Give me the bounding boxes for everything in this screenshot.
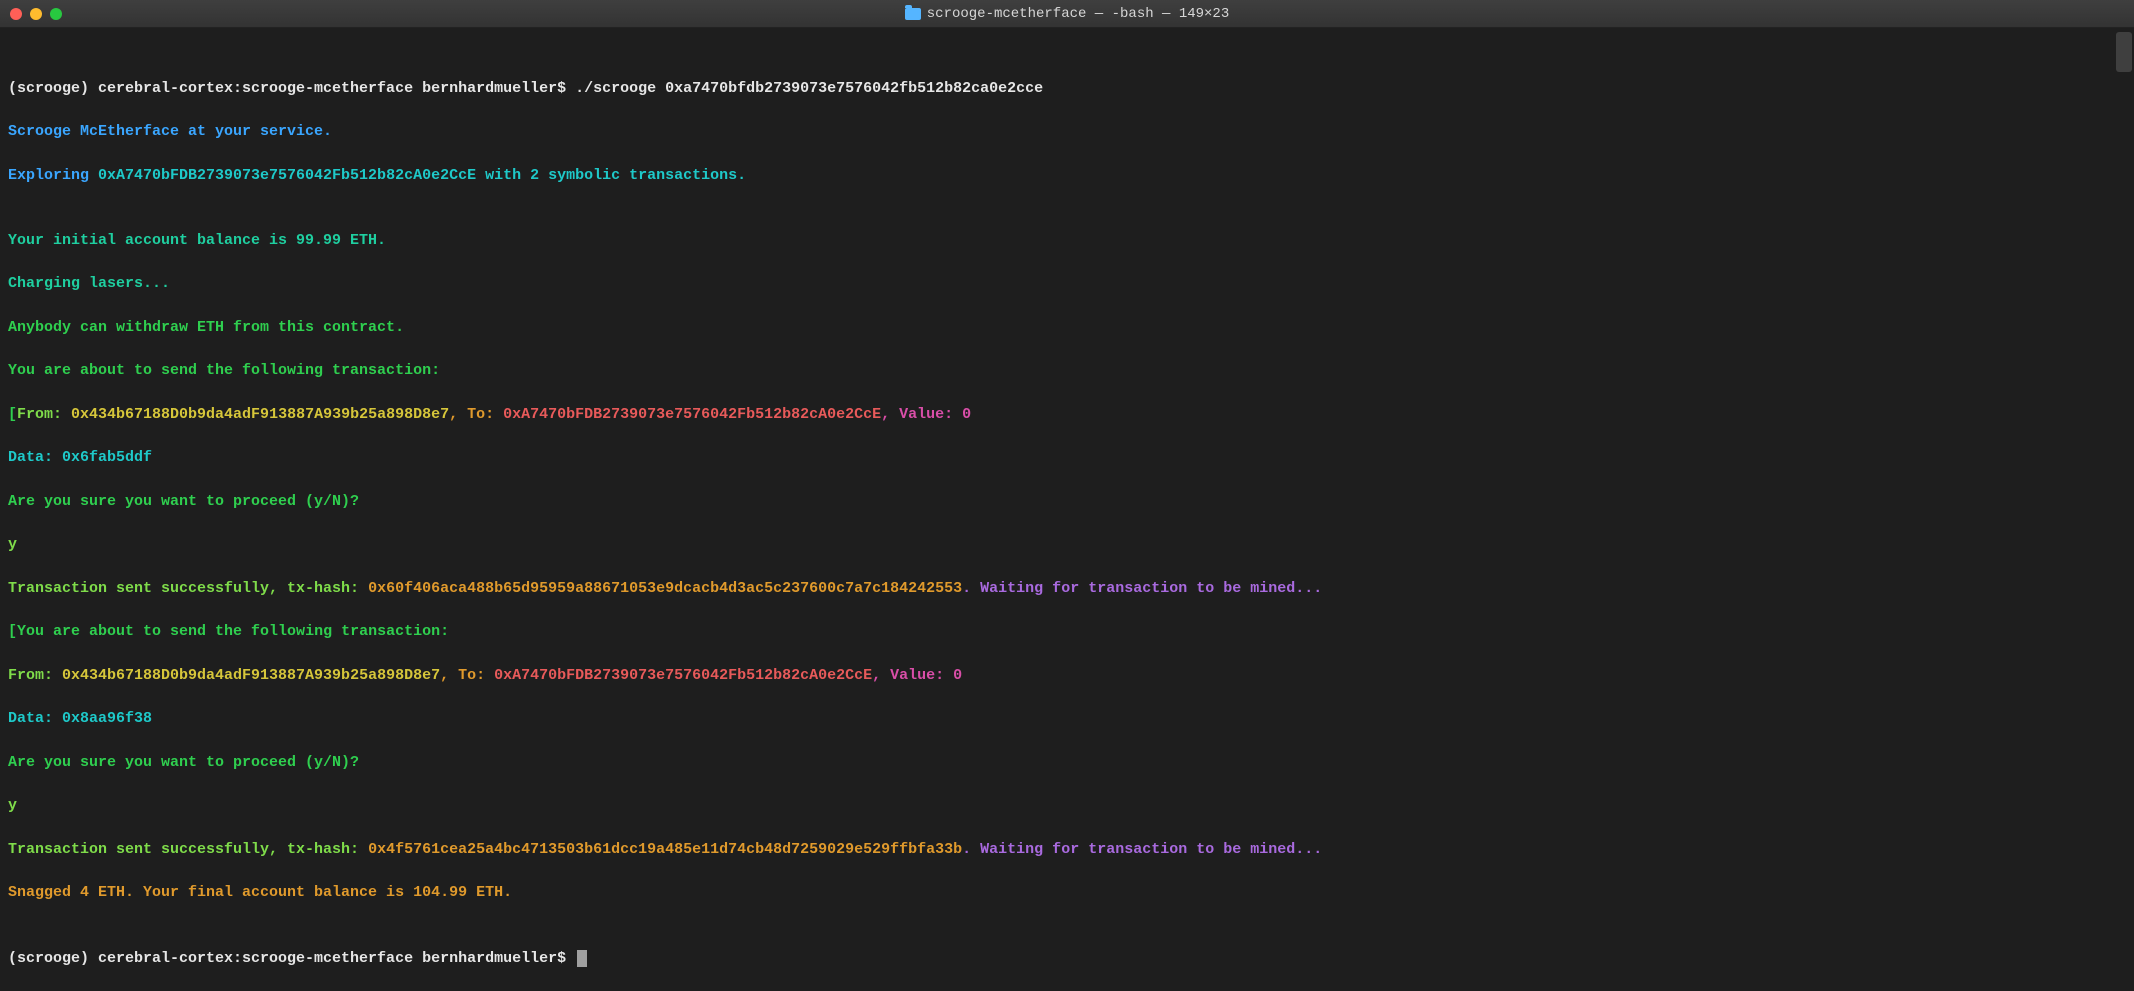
terminal-line: Charging lasers... — [8, 273, 2126, 295]
window-title: scrooge-mcetherface — -bash — 149×23 — [905, 6, 1229, 22]
close-icon[interactable] — [10, 8, 22, 20]
terminal-line: From: 0x434b67188D0b9da4adF913887A939b25… — [8, 665, 2126, 687]
folder-icon — [905, 8, 921, 20]
from-address: 0x434b67188D0b9da4adF913887A939b25a898D8… — [62, 667, 440, 684]
terminal-line: Your initial account balance is 99.99 ET… — [8, 230, 2126, 252]
text: with — [476, 167, 530, 184]
terminal-line: Transaction sent successfully, tx-hash: … — [8, 578, 2126, 600]
window-controls — [10, 8, 62, 20]
cursor-icon — [577, 950, 587, 967]
text: Transaction sent successfully, tx-hash: — [8, 580, 368, 597]
text: . Waiting for transaction to be mined... — [962, 580, 1322, 597]
text: . Waiting for transaction to be mined... — [962, 841, 1322, 858]
tx-hash: 0x60f406aca488b65d95959a88671053e9dcacb4… — [368, 580, 962, 597]
command: ./scrooge 0xa7470bfdb2739073e7576042fb51… — [575, 80, 1043, 97]
terminal-line: [You are about to send the following tra… — [8, 621, 2126, 643]
text: Exploring — [8, 167, 98, 184]
terminal-line: (scrooge) cerebral-cortex:scrooge-mcethe… — [8, 78, 2126, 100]
terminal-line: Scrooge McEtherface at your service. — [8, 121, 2126, 143]
label: , Value: 0 — [881, 406, 971, 423]
bracket: [ — [8, 406, 17, 423]
label: , Value: 0 — [872, 667, 962, 684]
text: symbolic transactions. — [539, 167, 746, 184]
terminal-line: Snagged 4 ETH. Your final account balanc… — [8, 882, 2126, 904]
from-address: 0x434b67188D0b9da4adF913887A939b25a898D8… — [71, 406, 449, 423]
text: Transaction sent successfully, tx-hash: — [8, 841, 368, 858]
label: , To: — [440, 667, 494, 684]
title-suffix: — -bash — 149×23 — [1086, 6, 1229, 22]
terminal-line: Anybody can withdraw ETH from this contr… — [8, 317, 2126, 339]
terminal-body[interactable]: (scrooge) cerebral-cortex:scrooge-mcethe… — [0, 28, 2134, 700]
scrollbar-thumb[interactable] — [2116, 32, 2132, 72]
text: You are about to send the following tran… — [17, 623, 449, 640]
bracket: [ — [8, 623, 17, 640]
label: From: — [17, 406, 71, 423]
prompt: (scrooge) cerebral-cortex:scrooge-mcethe… — [8, 80, 575, 97]
terminal-line: (scrooge) cerebral-cortex:scrooge-mcethe… — [8, 948, 2126, 970]
terminal-line: Data: 0x8aa96f38 — [8, 708, 2126, 730]
label: Data: — [8, 710, 62, 727]
minimize-icon[interactable] — [30, 8, 42, 20]
terminal-line: Are you sure you want to proceed (y/N)? — [8, 752, 2126, 774]
to-address: 0xA7470bFDB2739073e7576042Fb512b82cA0e2C… — [494, 667, 872, 684]
terminal-line: Data: 0x6fab5ddf — [8, 447, 2126, 469]
terminal-line: Exploring 0xA7470bFDB2739073e7576042Fb51… — [8, 165, 2126, 187]
user-input: y — [8, 534, 2126, 556]
tx-hash: 0x4f5761cea25a4bc4713503b61dcc19a485e11d… — [368, 841, 962, 858]
user-input: y — [8, 795, 2126, 817]
count: 2 — [530, 167, 539, 184]
data-hex: 0x8aa96f38 — [62, 710, 152, 727]
label: , To: — [449, 406, 503, 423]
label: From: — [8, 667, 62, 684]
data-hex: 0x6fab5ddf — [62, 449, 152, 466]
terminal-line: [From: 0x434b67188D0b9da4adF913887A939b2… — [8, 404, 2126, 426]
terminal-line: You are about to send the following tran… — [8, 360, 2126, 382]
label: Data: — [8, 449, 62, 466]
address: 0xA7470bFDB2739073e7576042Fb512b82cA0e2C… — [98, 167, 476, 184]
terminal-line: Are you sure you want to proceed (y/N)? — [8, 491, 2126, 513]
title-folder: scrooge-mcetherface — [927, 6, 1087, 22]
window-titlebar: scrooge-mcetherface — -bash — 149×23 — [0, 0, 2134, 28]
zoom-icon[interactable] — [50, 8, 62, 20]
to-address: 0xA7470bFDB2739073e7576042Fb512b82cA0e2C… — [503, 406, 881, 423]
prompt: (scrooge) cerebral-cortex:scrooge-mcethe… — [8, 950, 575, 967]
terminal-line: Transaction sent successfully, tx-hash: … — [8, 839, 2126, 861]
